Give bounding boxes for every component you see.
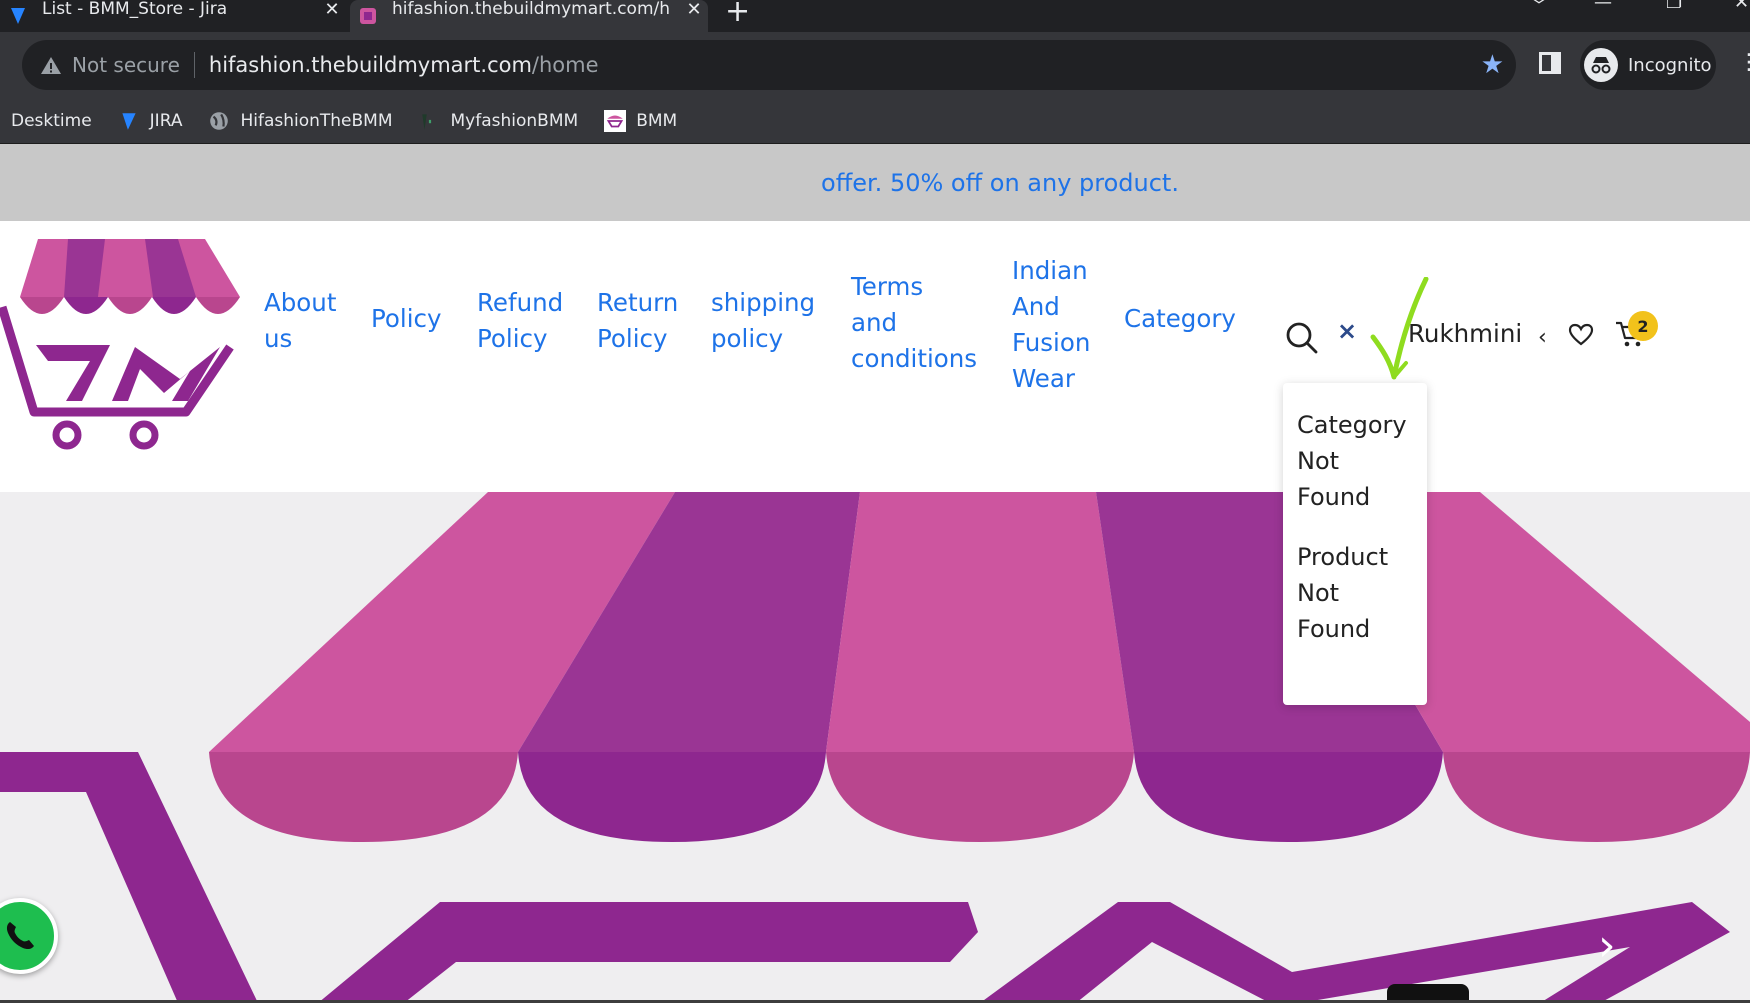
tab-strip: List - BMM_Store - Jira ✕ hifashion.theb… (0, 0, 1750, 32)
address-bar[interactable]: Not secure hifashion.thebuildmymart.com … (22, 40, 1516, 90)
star-icon[interactable]: ★ (1481, 50, 1504, 80)
site-favicon-icon (360, 8, 376, 24)
search-icon[interactable] (1285, 321, 1319, 355)
bookmarks-bar: Desktime JIRA HifashionTheBMM MyfashionB… (0, 98, 1750, 144)
tab-hifashion[interactable]: hifashion.thebuildmymart.com/h ✕ (350, 0, 708, 32)
store-logo[interactable] (0, 239, 245, 474)
url-host: hifashion.thebuildmymart.com (208, 53, 532, 77)
nav-return-policy[interactable]: Return Policy (597, 285, 678, 357)
offer-banner: offer. 50% off on any product. (0, 144, 1750, 221)
tab-search-icon[interactable]: ﹀ (1530, 0, 1548, 18)
nav-policy[interactable]: Policy (371, 301, 441, 337)
warning-icon (41, 57, 61, 74)
window-close-icon[interactable]: ✕ (1734, 0, 1749, 13)
tab-close-icon[interactable]: ✕ (318, 0, 346, 20)
bookmark-desktime[interactable]: Desktime (11, 111, 92, 131)
chevron-right-icon[interactable]: › (1598, 920, 1616, 971)
jira-icon (122, 112, 136, 130)
heart-icon[interactable] (1568, 323, 1594, 347)
product-not-found-message: Product Not Found (1297, 543, 1389, 643)
nav-refund-policy[interactable]: Refund Policy (477, 285, 563, 357)
tab-title: List - BMM_Store - Jira (42, 0, 228, 19)
bookmark-label: HifashionTheBMM (240, 110, 393, 131)
url-path: /home (531, 53, 599, 77)
tab-close-icon[interactable]: ✕ (680, 0, 708, 20)
hero-slider[interactable] (0, 492, 1750, 1003)
user-icon[interactable]: ‹ (1538, 325, 1547, 350)
category-not-found-message: Category Not Found (1297, 411, 1407, 511)
tab-title: hifashion.thebuildmymart.com/h (392, 0, 671, 19)
browser-menu-icon[interactable]: ⋮ (1738, 50, 1750, 75)
side-panel-icon[interactable] (1539, 52, 1561, 74)
jira-icon (11, 8, 25, 24)
new-tab-button[interactable]: + (725, 0, 750, 29)
nav-shipping-policy[interactable]: shipping policy (711, 285, 815, 357)
close-icon[interactable]: × (1337, 317, 1357, 345)
myfashion-icon (421, 113, 431, 130)
bookmark-myfashion[interactable]: MyfashionBMM (419, 110, 579, 132)
nav-terms-and-conditions[interactable]: Terms and conditions (851, 269, 977, 377)
bookmark-bmm[interactable]: BMM (604, 109, 678, 132)
security-label[interactable]: Not secure (72, 53, 180, 77)
bookmark-label: BMM (636, 110, 678, 131)
cart-count-badge: 2 (1628, 311, 1658, 341)
site-header: About us Policy Refund Policy Return Pol… (0, 221, 1750, 492)
nav-indian-and-fusion-wear[interactable]: Indian And Fusion Wear (1012, 253, 1090, 397)
bookmark-label: MyfashionBMM (450, 110, 579, 131)
bookmark-label: Desktime (11, 110, 92, 131)
bookmark-jira[interactable]: JIRA (118, 110, 183, 132)
divider (193, 52, 195, 78)
profile-button[interactable]: Incognito (1580, 40, 1716, 90)
profile-label: Incognito (1628, 54, 1712, 76)
minimize-icon[interactable]: — (1594, 0, 1612, 13)
annotation-checkmark (1370, 277, 1429, 380)
search-results-dropdown: Category Not Found Product Not Found (1283, 383, 1427, 705)
bmm-icon (604, 109, 627, 132)
phone-icon (6, 922, 34, 950)
offer-text[interactable]: offer. 50% off on any product. (821, 169, 1179, 197)
nav-category[interactable]: Category (1124, 301, 1236, 337)
bookmark-hifashion[interactable]: HifashionTheBMM (208, 110, 393, 132)
nav-about-us[interactable]: About us (264, 285, 336, 357)
tab-jira[interactable]: List - BMM_Store - Jira ✕ (0, 0, 346, 32)
browser-window: List - BMM_Store - Jira ✕ hifashion.theb… (0, 0, 1750, 1003)
browser-toolbar: Not secure hifashion.thebuildmymart.com … (0, 32, 1750, 98)
globe-icon (210, 111, 229, 130)
restore-icon[interactable]: ❐ (1666, 0, 1682, 13)
hero-banner-image (0, 492, 1750, 1003)
incognito-icon (1584, 48, 1618, 82)
bookmark-label: JIRA (149, 110, 183, 131)
